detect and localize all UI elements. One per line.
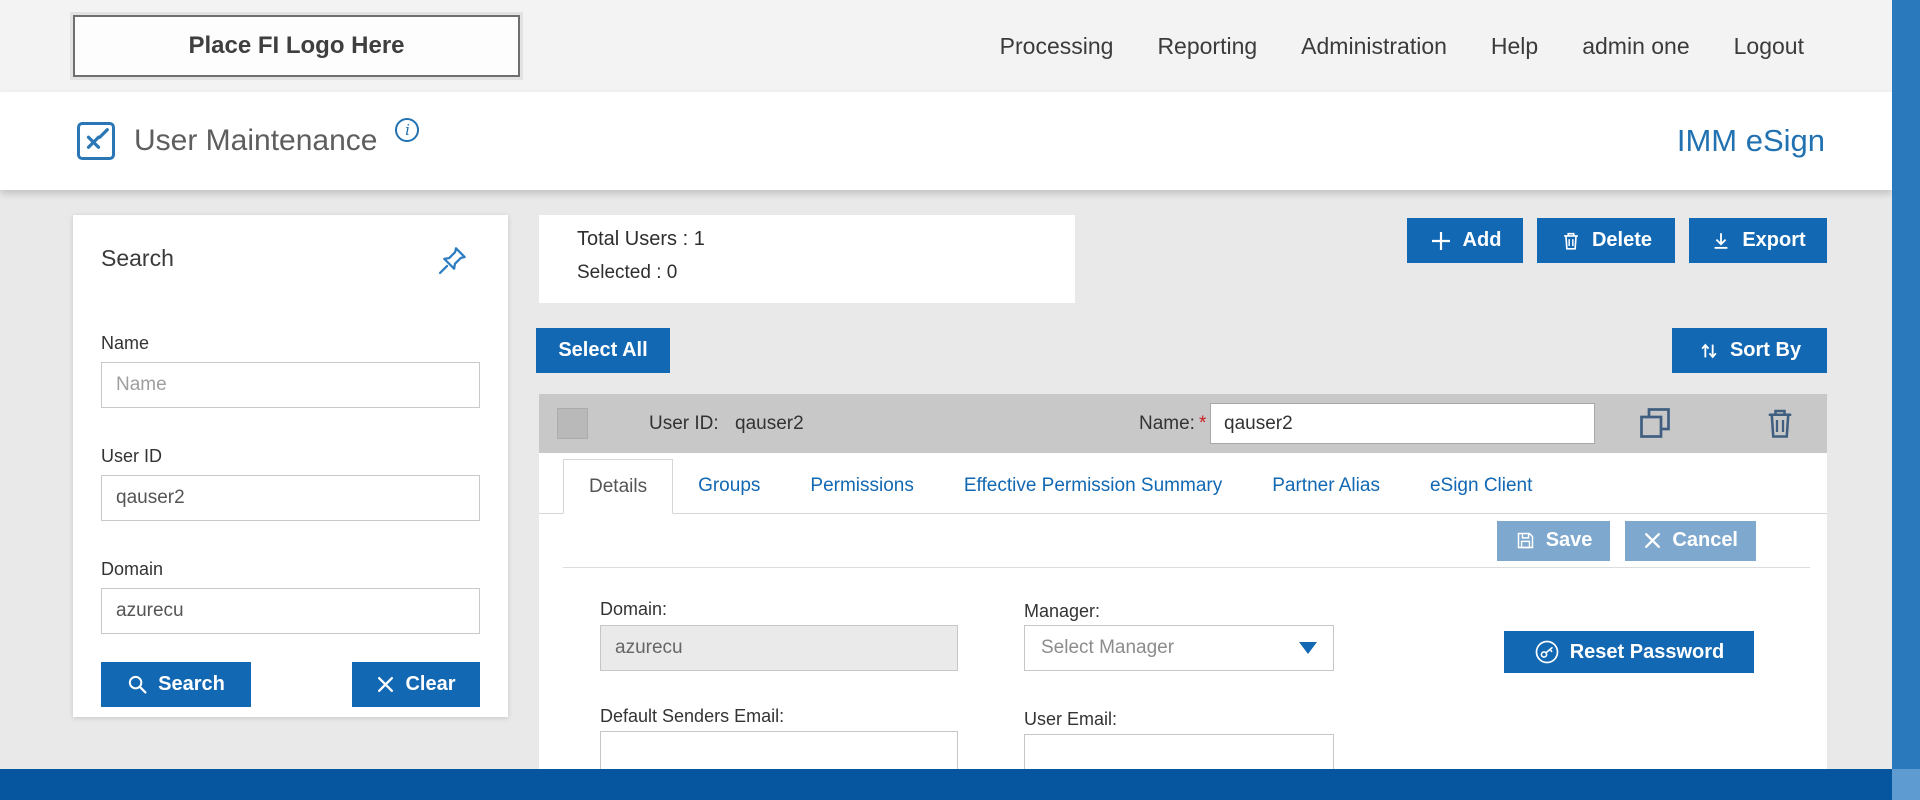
nav-item-logout[interactable]: Logout xyxy=(1734,33,1804,60)
copy-user-icon[interactable] xyxy=(1637,405,1673,441)
user-toolbar: Add Delete Export xyxy=(1407,218,1827,263)
esign-document-icon xyxy=(76,121,116,161)
search-user-id-input[interactable] xyxy=(101,475,480,521)
add-user-button[interactable]: Add xyxy=(1407,218,1523,263)
default-senders-email-label: Default Senders Email: xyxy=(600,706,784,727)
selected-count: Selected : 0 xyxy=(577,262,1075,284)
name-field-label: Name:* xyxy=(1139,413,1206,435)
nav-item-administration[interactable]: Administration xyxy=(1301,33,1447,60)
search-panel: Search Name User ID Domain Search xyxy=(73,215,508,717)
nav-item-processing[interactable]: Processing xyxy=(1000,33,1114,60)
form-manager-label: Manager: xyxy=(1024,601,1100,622)
footer-bar xyxy=(0,769,1892,800)
user-detail-panel: User ID: qauser2 Name:* Details Groups P… xyxy=(539,394,1827,769)
tab-permissions[interactable]: Permissions xyxy=(785,458,938,513)
nav-item-admin-one[interactable]: admin one xyxy=(1582,33,1689,60)
header-title-group: User Maintenance i xyxy=(76,92,419,190)
fi-logo-text: Place FI Logo Here xyxy=(188,32,404,60)
default-senders-email-input[interactable] xyxy=(600,731,958,769)
user-row-checkbox[interactable] xyxy=(557,408,588,439)
sort-by-label: Sort By xyxy=(1730,339,1801,362)
export-button-label: Export xyxy=(1742,229,1805,252)
nav-item-help[interactable]: Help xyxy=(1491,33,1538,60)
save-button[interactable]: Save xyxy=(1497,521,1611,561)
required-asterisk: * xyxy=(1199,413,1206,434)
clear-x-icon xyxy=(376,675,395,694)
magnifier-icon xyxy=(127,674,148,695)
fi-logo-placeholder: Place FI Logo Here xyxy=(73,15,520,77)
product-brand: IMM eSign xyxy=(1677,92,1825,190)
user-id-label: User ID xyxy=(101,446,480,467)
scrollbar-thumb[interactable] xyxy=(1892,769,1920,800)
form-domain-label: Domain: xyxy=(600,599,667,620)
select-all-label: Select All xyxy=(558,339,647,362)
name-label: Name xyxy=(101,333,480,354)
user-id-value: qauser2 xyxy=(735,413,804,435)
search-name-input[interactable] xyxy=(101,362,480,408)
total-users-count: Total Users : 1 xyxy=(577,228,1075,251)
search-domain-input[interactable] xyxy=(101,588,480,634)
sort-by-button[interactable]: Sort By xyxy=(1672,328,1827,373)
save-button-label: Save xyxy=(1546,529,1593,552)
trash-icon xyxy=(1560,230,1582,252)
info-icon[interactable]: i xyxy=(395,118,419,142)
form-domain-input xyxy=(600,625,958,671)
tab-groups[interactable]: Groups xyxy=(673,458,785,513)
delete-row-icon[interactable] xyxy=(1762,405,1798,441)
export-button[interactable]: Export xyxy=(1689,218,1827,263)
tab-details[interactable]: Details xyxy=(563,459,673,514)
search-actions: Search Clear xyxy=(101,662,480,707)
reset-password-button[interactable]: Reset Password xyxy=(1504,631,1754,673)
reset-password-label: Reset Password xyxy=(1570,641,1725,664)
search-button-label: Search xyxy=(158,673,225,696)
pin-icon[interactable] xyxy=(436,245,468,277)
cancel-button-label: Cancel xyxy=(1672,529,1738,552)
delete-button-label: Delete xyxy=(1592,229,1652,252)
sort-arrows-icon xyxy=(1698,340,1720,362)
search-panel-title: Search xyxy=(101,245,174,272)
user-row: User ID: qauser2 Name:* xyxy=(539,394,1827,453)
search-panel-header: Search xyxy=(101,245,480,277)
user-name-input[interactable] xyxy=(1210,403,1595,444)
top-navigation: Processing Reporting Administration Help… xyxy=(1000,0,1804,92)
tab-esign-client[interactable]: eSign Client xyxy=(1405,458,1557,513)
vertical-scrollbar[interactable] xyxy=(1892,0,1920,800)
user-id-field-label: User ID: xyxy=(649,413,719,435)
cancel-button[interactable]: Cancel xyxy=(1625,521,1756,561)
download-icon xyxy=(1710,230,1732,252)
user-email-label: User Email: xyxy=(1024,709,1117,730)
clear-button-label: Clear xyxy=(405,673,455,696)
add-button-label: Add xyxy=(1463,229,1502,252)
tab-partner-alias[interactable]: Partner Alias xyxy=(1247,458,1405,513)
tab-effective-permission-summary[interactable]: Effective Permission Summary xyxy=(939,458,1247,513)
manager-select-value: Select Manager xyxy=(1041,637,1299,659)
chevron-down-icon xyxy=(1299,642,1317,654)
name-label-text: Name: xyxy=(1139,413,1195,434)
detail-tabs: Details Groups Permissions Effective Per… xyxy=(539,453,1827,514)
manager-select[interactable]: Select Manager xyxy=(1024,625,1334,671)
user-email-input[interactable] xyxy=(1024,734,1334,769)
save-cancel-row: Save Cancel xyxy=(563,514,1810,568)
user-maintenance-page: Place FI Logo Here Processing Reporting … xyxy=(0,0,1920,800)
plus-icon xyxy=(1429,229,1453,253)
summary-card: Total Users : 1 Selected : 0 xyxy=(539,215,1075,303)
page-title: User Maintenance xyxy=(134,124,377,158)
key-circle-icon xyxy=(1534,639,1560,665)
page-header: User Maintenance i IMM eSign xyxy=(0,92,1892,190)
clear-button[interactable]: Clear xyxy=(352,662,480,707)
select-all-button[interactable]: Select All xyxy=(536,328,670,373)
search-button[interactable]: Search xyxy=(101,662,251,707)
topbar: Place FI Logo Here Processing Reporting … xyxy=(0,0,1892,92)
save-floppy-icon xyxy=(1515,530,1536,551)
cancel-x-icon xyxy=(1643,531,1662,550)
nav-item-reporting[interactable]: Reporting xyxy=(1157,33,1257,60)
delete-user-button[interactable]: Delete xyxy=(1537,218,1675,263)
domain-label: Domain xyxy=(101,559,480,580)
